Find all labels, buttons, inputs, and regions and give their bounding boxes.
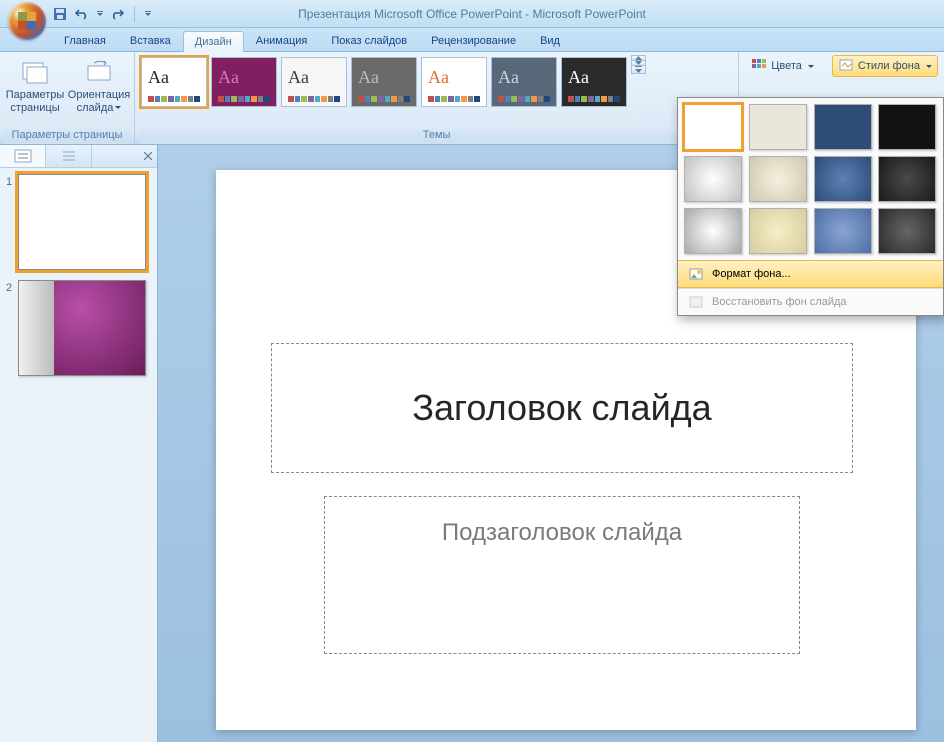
qat-customize-icon[interactable]: [144, 7, 151, 21]
bg-styles-label: Стили фона: [858, 60, 920, 72]
slide-num-1: 1: [6, 174, 12, 270]
tab-slides-thumb[interactable]: [0, 145, 46, 167]
orientation-button[interactable]: Ориентация слайда: [68, 55, 130, 118]
office-button[interactable]: [8, 2, 48, 42]
ribbon-tabs: Главная Вставка Дизайн Анимация Показ сл…: [0, 28, 944, 52]
title-text: Заголовок слайда: [412, 387, 711, 429]
panel-close-icon[interactable]: [139, 145, 157, 167]
theme-color-strip: [352, 96, 416, 106]
bg-styles-grid: [678, 98, 943, 260]
bg-swatch-2-3[interactable]: [878, 208, 936, 254]
undo-dropdown-icon[interactable]: [96, 7, 103, 21]
bg-swatch-2-1[interactable]: [749, 208, 807, 254]
tab-review[interactable]: Рецензирование: [419, 30, 528, 51]
subtitle-placeholder[interactable]: Подзаголовок слайда: [324, 496, 800, 654]
tab-outline[interactable]: [46, 145, 92, 167]
theme-gallery: AaAaAaAaAaAaAa: [139, 55, 629, 109]
group-themes: AaAaAaAaAaAaAa Темы: [135, 52, 739, 144]
theme-thumb-purple[interactable]: Aa: [211, 57, 277, 107]
theme-aa-text: Aa: [142, 58, 206, 96]
reset-bg-icon: [688, 294, 704, 310]
theme-aa-text: Aa: [352, 58, 416, 96]
bg-swatch-0-3[interactable]: [878, 104, 936, 150]
slide-num-2: 2: [6, 280, 12, 376]
tab-view[interactable]: Вид: [528, 30, 572, 51]
reset-bg-menu-item: Восстановить фон слайда: [678, 288, 943, 315]
colors-button[interactable]: Цвета: [745, 55, 820, 77]
theme-aa-text: Aa: [562, 58, 626, 96]
bg-swatch-0-0[interactable]: [684, 104, 742, 150]
slide-thumb-1[interactable]: 1: [6, 174, 151, 270]
format-bg-label: Формат фона...: [712, 268, 791, 280]
slide-thumb-2[interactable]: 2: [6, 280, 151, 376]
theme-color-strip: [142, 96, 206, 106]
bg-swatch-0-2[interactable]: [814, 104, 872, 150]
theme-color-strip: [282, 96, 346, 106]
theme-color-strip: [422, 96, 486, 106]
tab-design[interactable]: Дизайн: [183, 31, 244, 52]
page-setup-button[interactable]: Параметры страницы: [4, 55, 66, 118]
theme-aa-text: Aa: [422, 58, 486, 96]
group-page-setup: Параметры страницы Ориентация слайда Пар…: [0, 52, 135, 144]
tab-slideshow[interactable]: Показ слайдов: [319, 30, 419, 51]
quick-access-toolbar: [52, 0, 151, 27]
bg-swatch-1-1[interactable]: [749, 156, 807, 202]
bg-swatch-1-3[interactable]: [878, 156, 936, 202]
colors-label: Цвета: [771, 60, 802, 72]
group-page-setup-label: Параметры страницы: [4, 127, 130, 144]
theme-aa-text: Aa: [282, 58, 346, 96]
theme-color-strip: [212, 96, 276, 106]
format-bg-icon: [688, 266, 704, 282]
theme-thumb-office[interactable]: Aa: [141, 57, 207, 107]
page-setup-icon: [19, 59, 51, 87]
group-themes-label: Темы: [139, 127, 734, 144]
bg-swatch-2-0[interactable]: [684, 208, 742, 254]
bg-styles-icon: [838, 58, 854, 74]
redo-icon[interactable]: [109, 6, 125, 22]
theme-color-strip: [562, 96, 626, 106]
slides-panel: 1 2: [0, 145, 158, 742]
orientation-label: Ориентация слайда: [68, 89, 130, 114]
bg-swatch-0-1[interactable]: [749, 104, 807, 150]
tab-home[interactable]: Главная: [52, 30, 118, 51]
bg-swatch-1-0[interactable]: [684, 156, 742, 202]
theme-thumb-dark[interactable]: Aa: [561, 57, 627, 107]
theme-aa-text: Aa: [492, 58, 556, 96]
subtitle-text: Подзаголовок слайда: [442, 519, 682, 547]
theme-color-strip: [492, 96, 556, 106]
panel-tabs: [0, 145, 157, 168]
reset-bg-label: Восстановить фон слайда: [712, 296, 847, 308]
theme-thumb-slate[interactable]: Aa: [491, 57, 557, 107]
orientation-icon: [83, 59, 115, 87]
bg-styles-dropdown: Формат фона... Восстановить фон слайда: [677, 97, 944, 316]
undo-icon[interactable]: [74, 6, 90, 22]
format-bg-menu-item[interactable]: Формат фона...: [678, 260, 943, 288]
tab-insert[interactable]: Вставка: [118, 30, 183, 51]
bg-styles-button[interactable]: Стили фона: [832, 55, 938, 77]
theme-thumb-orange[interactable]: Aa: [421, 57, 487, 107]
gallery-more-icon[interactable]: [632, 66, 645, 73]
bg-swatch-2-2[interactable]: [814, 208, 872, 254]
title-bar: Презентация Microsoft Office PowerPoint …: [0, 0, 944, 28]
theme-thumb-gray1[interactable]: Aa: [281, 57, 347, 107]
theme-gallery-nav: [631, 55, 646, 74]
title-placeholder[interactable]: Заголовок слайда: [271, 343, 853, 473]
save-icon[interactable]: [52, 6, 68, 22]
bg-swatch-1-2[interactable]: [814, 156, 872, 202]
slide-list: 1 2: [0, 168, 157, 742]
theme-aa-text: Aa: [212, 58, 276, 96]
tab-animation[interactable]: Анимация: [244, 30, 320, 51]
colors-icon: [751, 58, 767, 74]
page-setup-label: Параметры страницы: [6, 89, 65, 114]
theme-thumb-gray2[interactable]: Aa: [351, 57, 417, 107]
